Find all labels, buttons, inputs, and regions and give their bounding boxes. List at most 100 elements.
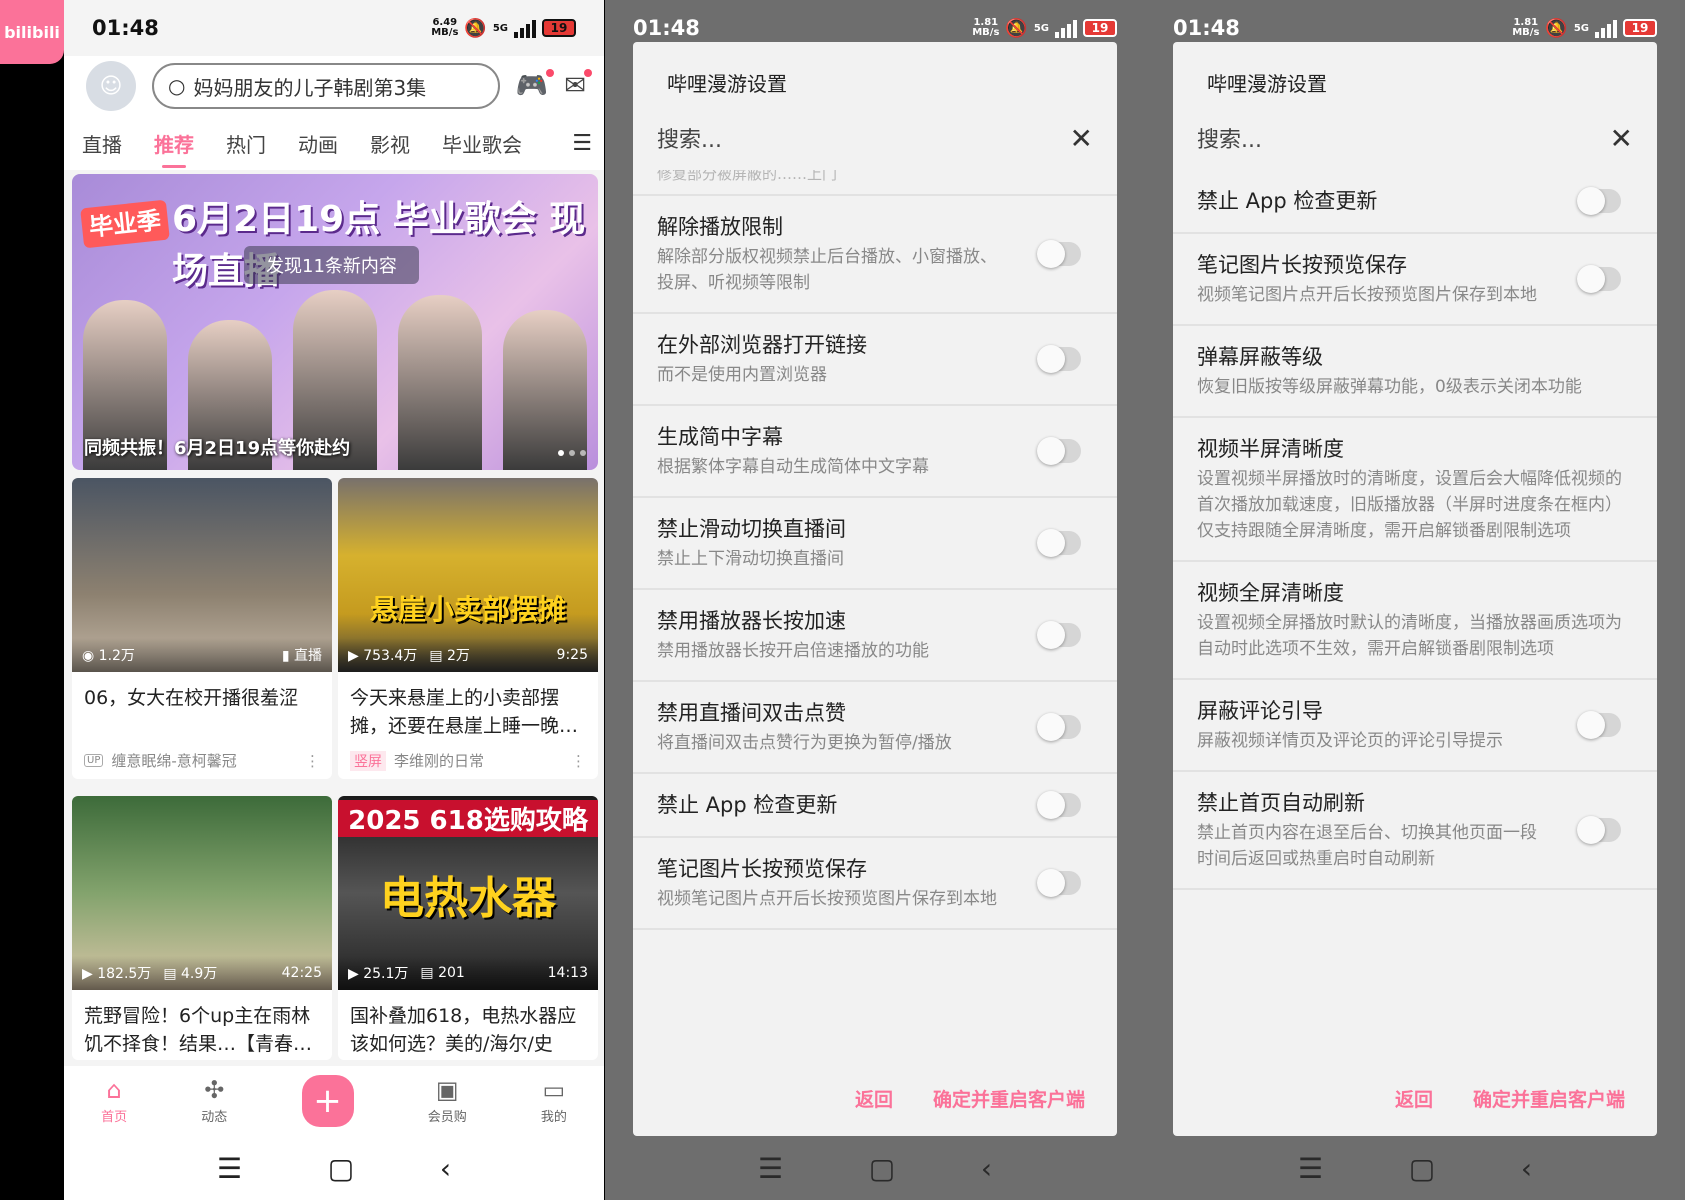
- system-nav-bar: ☰ ▢ ‹: [1145, 1136, 1685, 1200]
- tab-graduation[interactable]: 毕业歌会: [442, 129, 522, 158]
- setting-item[interactable]: 禁用直播间双击点赞 将直播间双击点赞行为更换为暂停/播放: [633, 682, 1117, 774]
- home-square-icon[interactable]: ▢: [328, 1152, 354, 1185]
- setting-item[interactable]: 笔记图片长按预览保存 视频笔记图片点开后长按预览图片保存到本地: [1173, 234, 1657, 326]
- video-title: 荒野冒险！6个up主在雨林饥不择食！结果…【青春…: [84, 1005, 313, 1055]
- more-icon[interactable]: ⋮: [571, 752, 586, 770]
- video-duration: 14:13: [547, 965, 588, 981]
- back-button[interactable]: 返回: [855, 1085, 893, 1112]
- setting-item[interactable]: 生成简中字幕 根据繁体字幕自动生成简体中文字幕: [633, 406, 1117, 498]
- video-card[interactable]: ◉ 1.2万 ▮ 直播 06，女大在校开播很羞涩 UP 缠意眠绵-意柯馨冠 ⋮: [72, 478, 332, 779]
- confirm-restart-button[interactable]: 确定并重启客户端: [1473, 1085, 1625, 1112]
- setting-item[interactable]: 禁止 App 检查更新: [633, 774, 1117, 838]
- toggle-switch[interactable]: [1577, 265, 1621, 293]
- toggle-switch[interactable]: [1037, 621, 1081, 649]
- video-author[interactable]: 缠意眠绵-意柯馨冠: [111, 750, 236, 771]
- back-icon[interactable]: ‹: [440, 1152, 451, 1185]
- setting-item[interactable]: 解除播放限制 解除部分版权视频禁止后台播放、小窗播放、投屏、听视频等限制: [633, 196, 1117, 314]
- close-icon[interactable]: ✕: [1610, 122, 1633, 155]
- carousel-dots: [558, 450, 586, 456]
- status-time: 01:48: [633, 16, 700, 40]
- pinwheel-icon: ✣: [204, 1075, 225, 1104]
- toggle-switch[interactable]: [1037, 713, 1081, 741]
- nav-home[interactable]: ⌂ 首页: [101, 1078, 127, 1125]
- tab-anime[interactable]: 动画: [298, 129, 338, 158]
- tv-icon: ▭: [542, 1075, 566, 1104]
- toggle-switch[interactable]: [1037, 791, 1081, 819]
- toggle-switch[interactable]: [1037, 240, 1081, 268]
- video-thumbnail: 2025 618选购攻略 电热水器 ▶ 25.1万 ▤ 201 14:13: [338, 796, 598, 990]
- thumbnail-top-text: 2025 618选购攻略: [338, 800, 598, 837]
- home-square-icon[interactable]: ▢: [1409, 1152, 1435, 1185]
- recent-apps-icon[interactable]: ☰: [758, 1152, 783, 1185]
- back-button[interactable]: 返回: [1395, 1085, 1433, 1112]
- video-thumbnail: ◉ 1.2万 ▮ 直播: [72, 478, 332, 672]
- truncated-item: 修复部分被屏蔽的……上门: [633, 170, 1117, 196]
- video-title: 国补叠加618，电热水器应该如何选？美的/海尔/史密…: [350, 1005, 577, 1055]
- category-tabs: 直播 推荐 热门 动画 影视 毕业歌会 ☰: [64, 116, 604, 170]
- video-title: 今天来悬崖上的小卖部摆摊，还要在悬崖上睡一晚…: [350, 687, 579, 737]
- close-icon[interactable]: ✕: [1070, 122, 1093, 155]
- setting-item[interactable]: 屏蔽评论引导 屏蔽视频详情页及评论页的评论引导提示: [1173, 680, 1657, 772]
- banner-carousel[interactable]: 毕业季 6月2日19点 毕业歌会 现场直播 发现11条新内容 同频共振！6月2日…: [72, 174, 598, 470]
- setting-item[interactable]: 禁止滑动切换直播间 禁止上下滑动切换直播间: [633, 498, 1117, 590]
- setting-item[interactable]: 禁止 App 检查更新: [1173, 170, 1657, 234]
- vertical-tag: 竖屏: [350, 750, 386, 771]
- mail-icon[interactable]: ✉: [564, 69, 592, 101]
- recent-apps-icon[interactable]: ☰: [217, 1152, 242, 1185]
- setting-item[interactable]: 禁止首页自动刷新 禁止首页内容在退至后台、切换其他页面一段时间后返回或热重启时自动…: [1173, 772, 1657, 890]
- toggle-switch[interactable]: [1037, 345, 1081, 373]
- publish-plus-button[interactable]: +: [301, 1075, 354, 1127]
- avatar[interactable]: ☺: [86, 61, 136, 111]
- settings-list: 禁止 App 检查更新 笔记图片长按预览保存 视频笔记图片点开后长按预览图片保存到…: [1173, 170, 1657, 1050]
- video-thumbnail: ▶ 182.5万 ▤ 4.9万 42:25: [72, 796, 332, 990]
- toggle-switch[interactable]: [1577, 187, 1621, 215]
- toggle-switch[interactable]: [1037, 529, 1081, 557]
- recent-apps-icon[interactable]: ☰: [1298, 1152, 1323, 1185]
- nav-mine[interactable]: ▭ 我的: [541, 1078, 567, 1125]
- dialog-title: 哔哩漫游设置: [1207, 72, 1327, 96]
- back-icon[interactable]: ‹: [981, 1152, 992, 1185]
- gamepad-icon[interactable]: 🎮: [516, 69, 555, 101]
- video-card[interactable]: ▶ 182.5万 ▤ 4.9万 42:25 荒野冒险！6个up主在雨林饥不择食！结果…: [72, 796, 332, 1060]
- toggle-switch[interactable]: [1577, 711, 1621, 739]
- setting-item[interactable]: 视频全屏清晰度 设置视频全屏播放时默认的清晰度，当播放器画质选项为自动时此选项不生…: [1173, 562, 1657, 680]
- system-nav-bar: ☰ ▢ ‹: [605, 1136, 1145, 1200]
- status-bar: 01:48 6.49 MB/s 🔕 5G 19: [64, 0, 604, 56]
- menu-icon[interactable]: ☰: [572, 131, 592, 156]
- net-speed: 1.81 MB/s: [1512, 17, 1540, 38]
- nav-dynamic[interactable]: ✣ 动态: [201, 1078, 227, 1125]
- nav-shop[interactable]: ▣ 会员购: [428, 1078, 467, 1125]
- setting-item[interactable]: 禁用播放器长按加速 禁用播放器长按开启倍速播放的功能: [633, 590, 1117, 682]
- views-count: ▶ 182.5万: [82, 966, 152, 982]
- views-count: ◉ 1.2万: [82, 648, 135, 664]
- search-placeholder: 搜索...: [1197, 128, 1262, 153]
- tab-hot[interactable]: 热门: [226, 129, 266, 158]
- video-author[interactable]: 李维刚的日常: [394, 750, 484, 771]
- confirm-restart-button[interactable]: 确定并重启客户端: [933, 1085, 1085, 1112]
- video-card[interactable]: 悬崖小卖部摆摊 ▶ 753.4万 ▤ 2万 9:25 今天来悬崖上的小卖部摆摊，还要…: [338, 478, 598, 779]
- settings-search-input[interactable]: 搜索... ✕: [1197, 114, 1633, 162]
- toggle-switch[interactable]: [1577, 816, 1621, 844]
- new-content-toast[interactable]: 发现11条新内容: [244, 246, 419, 284]
- setting-item[interactable]: 视频半屏清晰度 设置视频半屏播放时的清晰度，设置后会大幅降低视频的首次播放加载速度…: [1173, 418, 1657, 562]
- toggle-switch[interactable]: [1037, 437, 1081, 465]
- back-icon[interactable]: ‹: [1521, 1152, 1532, 1185]
- live-badge: ▮ 直播: [281, 648, 322, 664]
- home-square-icon[interactable]: ▢: [869, 1152, 895, 1185]
- tab-recommend[interactable]: 推荐: [154, 129, 194, 168]
- setting-item[interactable]: 笔记图片长按预览保存 视频笔记图片点开后长按预览图片保存到本地: [633, 838, 1117, 930]
- toggle-switch[interactable]: [1037, 869, 1081, 897]
- status-time: 01:48: [92, 16, 159, 40]
- setting-item[interactable]: 弹幕屏蔽等级 恢复旧版按等级屏蔽弹幕功能，0级表示关闭本功能: [1173, 326, 1657, 418]
- battery-icon: 19: [542, 19, 576, 37]
- video-duration: 9:25: [556, 647, 588, 663]
- search-input[interactable]: ○ 妈妈朋友的儿子韩剧第3集: [152, 63, 500, 109]
- system-nav-bar: ☰ ▢ ‹: [64, 1136, 604, 1200]
- video-card[interactable]: 2025 618选购攻略 电热水器 ▶ 25.1万 ▤ 201 14:13 国补叠加…: [338, 796, 598, 1060]
- screenshot-root: bilibili 01:48 6.49 MB/s 🔕 5G 19 ☺ ○ 妈妈朋友…: [0, 0, 1685, 1200]
- more-icon[interactable]: ⋮: [305, 752, 320, 770]
- tab-live[interactable]: 直播: [82, 129, 122, 158]
- settings-search-input[interactable]: 搜索... ✕: [657, 114, 1093, 162]
- setting-item[interactable]: 在外部浏览器打开链接 而不是使用内置浏览器: [633, 314, 1117, 406]
- tab-film[interactable]: 影视: [370, 129, 410, 158]
